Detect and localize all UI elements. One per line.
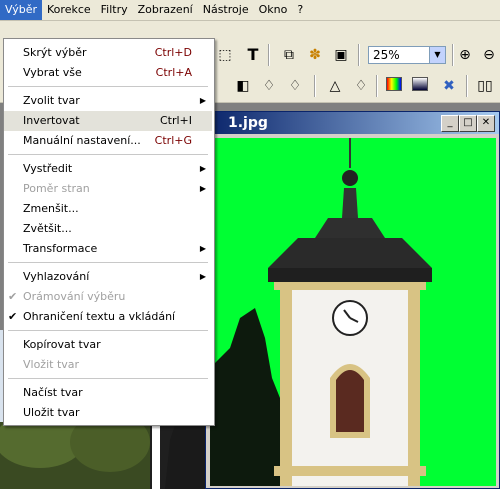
separator <box>466 75 468 97</box>
image-canvas[interactable] <box>210 138 496 486</box>
menu-item-vystredit[interactable]: Vystředit ▶ <box>4 159 212 179</box>
sharpen-icon[interactable]: ✖ <box>440 77 458 95</box>
text-tool-icon[interactable]: T <box>244 46 262 64</box>
separator <box>268 44 270 66</box>
document-window: 1.jpg _ □ ✕ <box>205 111 500 489</box>
menu-item-kopirovat-tvar[interactable]: Kopírovat tvar <box>4 335 212 355</box>
zoom-value: 25% <box>373 48 400 62</box>
checkmark-icon: ✔ <box>8 290 18 303</box>
menu-separator <box>8 330 208 331</box>
separator <box>376 75 378 97</box>
zoom-out-icon[interactable]: ⊖ <box>480 46 498 64</box>
compare-icon[interactable]: ▯▯ <box>476 77 494 95</box>
menu-item-label: Transformace <box>23 242 98 255</box>
checkmark-icon: ✔ <box>8 310 18 323</box>
menu-item-label: Vystředit <box>23 162 73 175</box>
menu-separator <box>8 86 208 87</box>
zoom-select[interactable]: 25% ▼ <box>368 46 446 64</box>
menu-item-label: Vložit tvar <box>23 358 80 371</box>
menu-item-label: Zmenšit... <box>23 202 79 215</box>
chevron-down-icon[interactable]: ▼ <box>429 47 445 63</box>
menu-item-invertovat[interactable]: Invertovat Ctrl+I <box>4 111 212 131</box>
menubar: Výběr Korekce Filtry Zobrazení Nástroje … <box>0 0 500 21</box>
menu-item-shortcut: Ctrl+I <box>159 114 192 127</box>
select-rect-icon[interactable]: ⬚ <box>216 46 234 64</box>
menu-item-label: Vybrat vše <box>23 66 82 79</box>
zoom-in-icon[interactable]: ⊕ <box>456 46 474 64</box>
menu-item-label: Ohraničení textu a vkládání <box>23 310 176 323</box>
maximize-button[interactable]: □ <box>459 115 477 132</box>
menu-item-label: Vyhlazování <box>23 270 90 283</box>
menu-item-label: Poměr stran <box>23 182 90 195</box>
drop-icon[interactable]: ♢ <box>352 77 370 95</box>
color-balance-icon[interactable] <box>386 77 402 91</box>
dropdown-menu-vyber: Skrýt výběr Ctrl+D Vybrat vše Ctrl+A Zvo… <box>3 38 215 426</box>
menu-item-shortcut: Ctrl+D <box>154 46 192 59</box>
minimize-button[interactable]: _ <box>441 115 459 132</box>
menu-item-label: Orámování výběru <box>23 290 126 303</box>
chevron-right-icon: ▶ <box>199 272 206 281</box>
menu-item-nacist-tvar[interactable]: Načíst tvar <box>4 383 212 403</box>
menu-item-label: Uložit tvar <box>23 406 80 419</box>
menu-item-manualni-nastaveni[interactable]: Manuální nastavení... Ctrl+G <box>4 131 212 151</box>
separator <box>314 75 316 97</box>
menu-help[interactable]: ? <box>292 0 308 20</box>
menu-item-oramovani-vyberu: ✔ Orámování výběru <box>4 287 212 307</box>
menu-item-zvolit-tvar[interactable]: Zvolit tvar ▶ <box>4 91 212 111</box>
menu-korekce[interactable]: Korekce <box>42 0 96 20</box>
menu-item-skryt-vyber[interactable]: Skrýt výběr Ctrl+D <box>4 43 212 63</box>
menu-item-label: Zvětšit... <box>23 222 72 235</box>
triangle-icon[interactable]: △ <box>326 77 344 95</box>
menu-item-pomer-stran: Poměr stran ▶ <box>4 179 212 199</box>
church-image <box>210 138 496 486</box>
menu-item-label: Manuální nastavení... <box>23 134 141 147</box>
window-icon[interactable]: ▣ <box>332 46 350 64</box>
menu-item-ohraniceni-textu[interactable]: ✔ Ohraničení textu a vkládání <box>4 307 212 327</box>
menu-item-label: Načíst tvar <box>23 386 83 399</box>
menu-separator <box>8 154 208 155</box>
menu-zobrazeni[interactable]: Zobrazení <box>133 0 198 20</box>
menu-filtry[interactable]: Filtry <box>96 0 133 20</box>
drop-icon[interactable]: ♢ <box>286 77 304 95</box>
effects-icon[interactable]: ✽ <box>306 46 324 64</box>
menu-item-label: Skrýt výběr <box>23 46 87 59</box>
menu-item-vybrat-vse[interactable]: Vybrat vše Ctrl+A <box>4 63 212 83</box>
menu-nastroje[interactable]: Nástroje <box>198 0 254 20</box>
menu-item-vyhlazovani[interactable]: Vyhlazování ▶ <box>4 267 212 287</box>
menu-item-zmensit[interactable]: Zmenšit... <box>4 199 212 219</box>
levels-icon[interactable] <box>412 77 428 91</box>
menu-item-transformace[interactable]: Transformace ▶ <box>4 239 212 259</box>
menu-item-label: Kopírovat tvar <box>23 338 101 351</box>
chevron-right-icon: ▶ <box>199 96 206 105</box>
chevron-right-icon: ▶ <box>199 244 206 253</box>
separator <box>452 44 454 66</box>
menu-item-label: Zvolit tvar <box>23 94 80 107</box>
mask-icon[interactable]: ◧ <box>234 77 252 95</box>
menu-item-label: Invertovat <box>23 114 80 127</box>
menu-item-zvetsit[interactable]: Zvětšit... <box>4 219 212 239</box>
menu-item-shortcut: Ctrl+A <box>155 66 192 79</box>
layers-icon[interactable]: ⧉ <box>280 46 298 64</box>
menu-separator <box>8 262 208 263</box>
drop-icon[interactable]: ♢ <box>260 77 278 95</box>
close-button[interactable]: ✕ <box>477 115 495 132</box>
menu-item-ulozit-tvar[interactable]: Uložit tvar <box>4 403 212 423</box>
chevron-right-icon: ▶ <box>199 184 206 193</box>
menu-item-shortcut: Ctrl+G <box>154 134 192 147</box>
menu-okno[interactable]: Okno <box>254 0 293 20</box>
menu-item-vlozit-tvar: Vložit tvar <box>4 355 212 375</box>
separator <box>358 44 360 66</box>
menu-separator <box>8 378 208 379</box>
menu-vyber[interactable]: Výběr <box>0 0 43 20</box>
chevron-right-icon: ▶ <box>199 164 206 173</box>
